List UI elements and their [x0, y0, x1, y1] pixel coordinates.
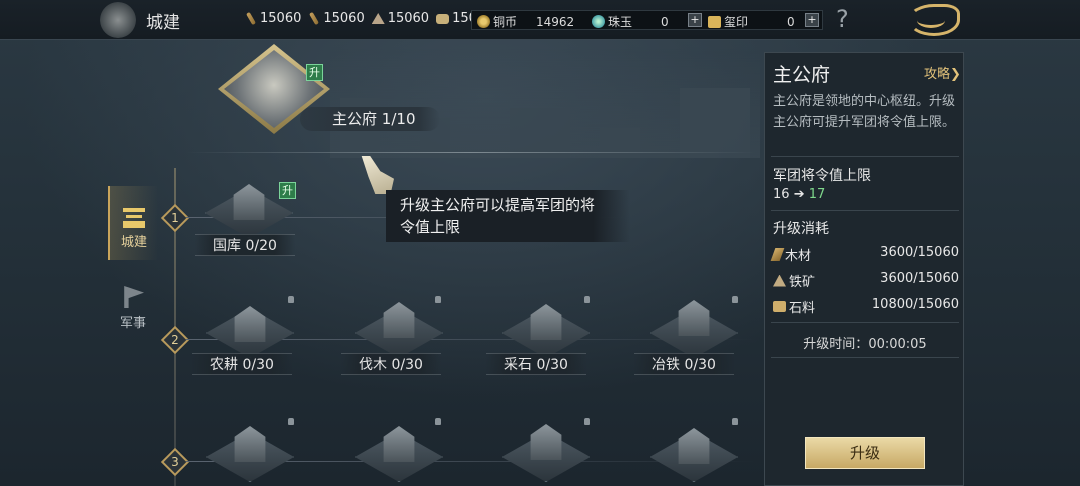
cost-row-wood: 木材 3600/15060	[770, 245, 959, 264]
city-building-icon	[123, 208, 145, 228]
nav-tab-city[interactable]: 城建	[108, 186, 158, 260]
add-jade-button[interactable]: +	[688, 13, 702, 27]
help-icon[interactable]: ?	[836, 5, 849, 33]
lock-icon	[584, 296, 590, 303]
resource-wood: 15060	[245, 11, 301, 26]
lock-icon	[584, 418, 590, 425]
lock-icon	[435, 296, 441, 303]
lord-emblem-icon	[100, 2, 136, 38]
city-skyline-backdrop	[330, 48, 760, 158]
cost-row-iron: 铁矿 3600/15060	[773, 271, 959, 290]
jade-icon	[592, 15, 605, 28]
stat-label: 军团将令值上限	[773, 168, 871, 184]
panel-description: 主公府是领地的中心枢纽。升级主公府可提升军团将令值上限。	[773, 94, 956, 130]
jade-currency: 珠玉 0	[592, 13, 669, 30]
divider	[186, 152, 756, 153]
lock-icon	[288, 296, 294, 303]
resource-wood-2: 15060	[308, 11, 365, 26]
wood-icon	[246, 11, 256, 26]
mansion-name-tag: 主公府 1/10	[300, 107, 440, 131]
upgrade-button[interactable]: 升级	[805, 437, 925, 469]
copper-currency: 铜币 14962	[477, 13, 574, 30]
divider	[771, 210, 959, 211]
divider	[771, 357, 959, 358]
panel-title: 主公府	[773, 64, 831, 86]
iron-ore-icon	[371, 13, 385, 24]
smelt-name-tag: 冶铁 0/30	[634, 353, 734, 375]
add-seal-button[interactable]: +	[805, 13, 819, 27]
arrow-right-icon: ➔	[793, 187, 805, 202]
divider	[771, 322, 959, 323]
lumber-name-tag: 伐木 0/30	[341, 353, 441, 375]
farm-name-tag: 农耕 0/30	[192, 353, 292, 375]
stat-value: 16 ➔ 17	[773, 187, 826, 202]
divider	[771, 156, 959, 157]
lock-icon	[732, 296, 738, 303]
top-bar: 城建 15060 15060 15060 15060 铜币 14962 珠玉 0	[0, 0, 1080, 40]
quarry-name-tag: 采石 0/30	[486, 353, 586, 375]
cost-row-stone: 石料 10800/15060	[773, 297, 959, 316]
stone-icon	[773, 301, 786, 312]
mansion-upgrade-badge: 升	[306, 64, 323, 81]
currency-bar: 铜币 14962 珠玉 0 + 玺印 0 +	[471, 10, 823, 30]
cost-label: 升级消耗	[773, 221, 829, 237]
flag-icon	[124, 286, 144, 308]
lock-icon	[732, 418, 738, 425]
page-title: 城建	[146, 13, 180, 33]
building-detail-panel: 主公府 攻略❯ 主公府是领地的中心枢纽。升级主公府可提升军团将令值上限。 军团将…	[764, 52, 964, 486]
guide-link[interactable]: 攻略❯	[924, 63, 961, 82]
copper-coin-icon	[477, 15, 490, 28]
resource-iron: 15060	[371, 11, 429, 26]
treasury-upgrade-badge: 升	[279, 182, 296, 199]
iron-ore-icon	[773, 274, 786, 287]
close-dragon-icon[interactable]	[908, 4, 960, 36]
treasury-name-tag: 国库 0/20	[195, 234, 295, 256]
stone-icon	[436, 13, 450, 24]
wood-icon	[770, 248, 785, 261]
lock-icon	[435, 418, 441, 425]
resource-bar: 15060 15060 15060 15060	[245, 11, 493, 26]
seal-icon	[708, 15, 721, 28]
upgrade-time: 升级时间：00:00:05	[803, 337, 927, 352]
lock-icon	[288, 418, 294, 425]
seal-currency: 玺印 0	[708, 13, 795, 30]
nav-tab-military[interactable]: 军事	[108, 286, 158, 331]
tooltip: 升级主公府可以提高军团的将 令值上限	[386, 190, 630, 242]
wood-icon	[309, 11, 320, 26]
